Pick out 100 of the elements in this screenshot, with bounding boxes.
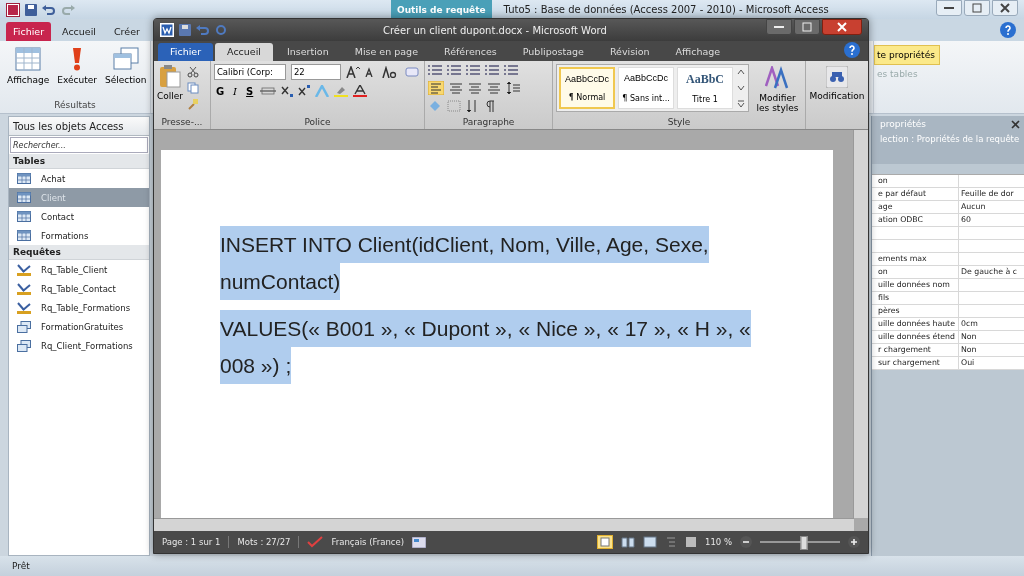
ribbon-tab[interactable]: Révision <box>597 43 662 61</box>
help-icon[interactable] <box>1000 22 1016 38</box>
list-icon[interactable] <box>447 64 462 76</box>
format-button[interactable]: S <box>244 85 256 97</box>
undo-icon[interactable] <box>42 3 56 16</box>
search-field[interactable]: Rechercher... <box>10 137 148 153</box>
align-icon[interactable] <box>449 82 464 94</box>
ribbon-tab[interactable]: Publipostage <box>510 43 596 61</box>
close-button[interactable] <box>822 19 862 35</box>
font-name-field[interactable]: Calibri (Corp: <box>213 64 286 80</box>
undo-icon[interactable] <box>196 24 210 36</box>
ribbon-button[interactable]: Exécuter <box>54 45 100 100</box>
ribbon-button[interactable]: Affichage <box>4 45 53 100</box>
editing-button[interactable]: Modification <box>809 64 865 103</box>
reading-layout-icon[interactable] <box>621 536 635 548</box>
close-icon <box>1000 3 1010 13</box>
scroll-down-icon[interactable] <box>736 83 746 93</box>
align-icon[interactable] <box>468 82 483 94</box>
status-text[interactable]: Page : 1 sur 1 <box>162 537 221 547</box>
navigation-item[interactable]: Formations <box>9 226 149 245</box>
list-icon[interactable] <box>504 64 519 76</box>
style-preset[interactable]: AaBbCcDc ¶ Normal <box>559 67 615 109</box>
draft-icon[interactable] <box>685 536 697 548</box>
ribbon-tab[interactable]: Accueil <box>215 43 273 61</box>
vertical-scrollbar[interactable] <box>853 130 868 518</box>
window-title: Tuto5 : Base de données (Access 2007 - 2010) - Microsoft Access <box>503 4 829 15</box>
query-icon <box>17 339 31 352</box>
ribbon-tab[interactable]: Créer <box>107 22 147 41</box>
pilcrow-icon[interactable] <box>485 100 496 112</box>
group-header[interactable]: Requêtes <box>9 245 149 260</box>
align-left-icon[interactable] <box>428 81 445 95</box>
format-button[interactable]: G <box>213 85 227 97</box>
close-icon <box>837 22 847 32</box>
grow-font-icon[interactable] <box>345 66 360 78</box>
web-layout-icon[interactable] <box>643 536 657 548</box>
ribbon-tab[interactable]: Fichier <box>158 43 214 61</box>
ribbon-tab[interactable]: Mise en page <box>342 43 430 61</box>
macro-icon[interactable] <box>412 536 427 548</box>
save-icon[interactable] <box>25 3 37 16</box>
close-icon[interactable] <box>1011 119 1020 129</box>
navigation-item[interactable]: Rq_Client_Formations <box>9 336 149 355</box>
font-color-icon[interactable] <box>353 85 368 97</box>
ribbon-tab[interactable]: Références <box>432 43 509 61</box>
ribbon-tab[interactable]: Affichage <box>663 43 733 61</box>
group-label: Style <box>666 117 692 129</box>
minimize-button[interactable] <box>766 19 792 35</box>
list-icon[interactable] <box>428 64 443 76</box>
style-preset[interactable]: AaBbC Titre 1 <box>677 67 733 109</box>
ribbon-tab[interactable]: Accueil <box>55 22 103 41</box>
word-logo-icon[interactable] <box>160 23 174 37</box>
navigation-item[interactable]: FormationGratuites <box>9 317 149 336</box>
close-button[interactable] <box>992 0 1018 16</box>
minimize-button[interactable] <box>936 0 962 16</box>
property-sheet-button[interactable]: te propriétés <box>874 45 940 65</box>
table-icon <box>17 173 31 184</box>
group-label: Résultats <box>53 100 97 112</box>
minimize-icon <box>774 25 784 29</box>
status-text[interactable]: Français (France) <box>331 537 405 547</box>
maximize-button[interactable] <box>794 19 820 35</box>
change-styles-button[interactable]: Modifier les styles <box>753 64 802 117</box>
scroll-up-icon[interactable] <box>736 67 746 77</box>
navigation-item[interactable]: Rq_Table_Client <box>9 260 149 279</box>
navigation-item[interactable]: Contact <box>9 207 149 226</box>
paste-button[interactable]: Coller <box>157 64 184 117</box>
style-preset[interactable]: AaBbCcDc ¶ Sans int... <box>618 67 674 109</box>
zoom-slider-thumb[interactable] <box>800 536 808 550</box>
zoom-in-icon[interactable] <box>848 536 860 548</box>
horizontal-scrollbar[interactable] <box>154 518 854 531</box>
access-logo-icon[interactable] <box>6 2 20 17</box>
scissors-icon[interactable] <box>187 66 200 78</box>
line-spacing-icon[interactable] <box>506 82 521 94</box>
subscript-icon[interactable] <box>281 85 294 97</box>
list-icon[interactable] <box>466 64 481 76</box>
group-label: Paragraphe <box>461 117 516 129</box>
navigation-item[interactable]: Rq_Table_Formations <box>9 298 149 317</box>
copy-icon[interactable] <box>187 82 200 94</box>
query-icon <box>17 320 31 333</box>
status-text[interactable]: Mots : 27/27 <box>237 537 291 547</box>
select-query-icon <box>112 47 139 71</box>
navigation-item[interactable]: Rq_Table_Contact <box>9 279 149 298</box>
styles-letters-icon <box>764 66 791 90</box>
superscript-icon[interactable] <box>298 85 311 97</box>
navigation-item[interactable]: Achat <box>9 169 149 188</box>
ribbon-tab[interactable]: Insertion <box>275 43 341 61</box>
zoom-level[interactable]: 110 % <box>705 537 732 547</box>
format-brush-icon[interactable] <box>187 98 200 110</box>
table-icon <box>17 230 31 241</box>
format-button[interactable]: I <box>231 85 240 97</box>
ribbon-button[interactable]: Sélection <box>102 45 150 100</box>
restore-icon <box>972 3 982 13</box>
more-icon[interactable] <box>736 99 746 109</box>
font-size-field[interactable]: 22 <box>290 64 341 80</box>
help-icon[interactable] <box>844 42 860 58</box>
ribbon-tab[interactable]: Fichier <box>6 22 52 41</box>
list-icon[interactable] <box>485 64 500 76</box>
zoom-out-icon[interactable] <box>740 536 752 548</box>
navigation-header[interactable]: Tous les objets Access <box>9 117 149 136</box>
save-icon[interactable] <box>179 24 191 36</box>
group-header[interactable]: Tables <box>9 154 149 169</box>
window-title: Créer un client dupont.docx - Microsoft Word <box>383 24 607 36</box>
